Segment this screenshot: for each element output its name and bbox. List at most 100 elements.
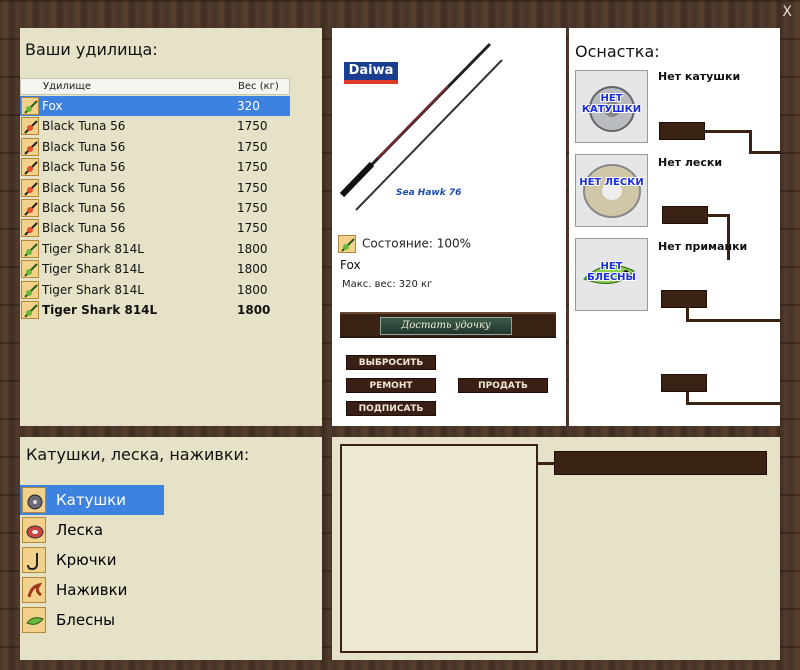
items-panel: Катушки, леска, наживки: Катушки Леска К… <box>20 437 322 660</box>
extra-slot-box[interactable] <box>661 374 707 392</box>
lure-icon <box>22 607 46 633</box>
connector <box>686 319 780 322</box>
bait-icon <box>22 577 46 603</box>
tackle-panel: Оснастка: НЕТ КАТУШКИ Нет катушки НЕТ ЛЕ… <box>569 28 780 426</box>
rod-icon <box>21 198 39 217</box>
rod-icon <box>21 117 39 136</box>
connector <box>749 151 780 154</box>
category-line[interactable]: Леска <box>20 515 164 545</box>
rod-weight: 1750 <box>237 200 268 215</box>
table-row[interactable]: Tiger Shark 814L 1800 <box>20 259 290 279</box>
item-list-box[interactable] <box>340 444 538 653</box>
rod-icon <box>21 280 39 299</box>
lure-slot-text: Нет приманки <box>658 240 748 253</box>
category-label: Наживки <box>56 581 128 599</box>
table-row[interactable]: Tiger Shark 814L 1800 <box>20 300 290 320</box>
rod-detail-name: Fox <box>340 258 361 272</box>
sell-button[interactable]: ПРОДАТЬ <box>458 378 548 393</box>
rod-name: Tiger Shark 814L <box>42 241 144 256</box>
table-row[interactable]: Black Tuna 56 1750 <box>20 137 290 157</box>
reel-icon <box>22 487 46 513</box>
category-label: Леска <box>56 521 104 539</box>
rod-detail-panel: Daiwa Sea Hawk 76 Состояние: 100% Fox Ма… <box>332 28 566 426</box>
rods-table-header: Удилище Вес (кг) <box>20 78 290 95</box>
category-lures[interactable]: Блесны <box>20 605 164 635</box>
category-label: Блесны <box>56 611 116 629</box>
table-row[interactable]: Black Tuna 56 1750 <box>20 116 290 136</box>
reel-slot-text: Нет катушки <box>658 70 741 83</box>
rod-weight: 1750 <box>237 119 268 134</box>
rod-icon <box>21 178 39 197</box>
rod-name: Black Tuna 56 <box>42 221 126 236</box>
item-title-bar <box>554 451 767 475</box>
connector <box>749 130 752 154</box>
rod-state: Состояние: 100% <box>338 235 471 253</box>
rod-name: Black Tuna 56 <box>42 160 126 175</box>
rod-name: Tiger Shark 814L <box>42 282 144 297</box>
reel-slot-image[interactable]: НЕТ КАТУШКИ <box>575 70 648 143</box>
discard-button[interactable]: ВЫБРОСИТЬ <box>346 355 436 370</box>
category-baits[interactable]: Наживки <box>20 575 164 605</box>
rod-icon <box>21 239 39 258</box>
category-hooks[interactable]: Крючки <box>20 545 164 575</box>
lure-slot-image[interactable]: НЕТ БЛЕСНЫ <box>575 238 648 311</box>
item-detail-panel <box>332 437 780 660</box>
rod-name: Tiger Shark 814L <box>42 262 144 277</box>
hook-icon <box>22 547 46 573</box>
rods-panel: Ваши удилища: Удилище Вес (кг) Fox 320 B… <box>20 28 322 426</box>
line-slot-box[interactable] <box>662 206 708 224</box>
column-header-weight[interactable]: Вес (кг) <box>238 81 279 92</box>
rods-title: Ваши удилища: <box>25 40 158 59</box>
table-row[interactable]: Black Tuna 56 1750 <box>20 157 290 177</box>
rod-name: Black Tuna 56 <box>42 200 126 215</box>
rod-name: Black Tuna 56 <box>42 139 126 154</box>
rod-weight: 1750 <box>237 180 268 195</box>
line-spool-icon <box>583 164 641 218</box>
rod-max-weight: Макс. вес: 320 кг <box>342 279 433 290</box>
line-slot-label: НЕТ ЛЕСКИ <box>579 177 644 188</box>
table-row[interactable]: Black Tuna 56 1750 <box>20 198 290 218</box>
tackle-title: Оснастка: <box>575 42 660 61</box>
get-rod-button[interactable]: Достать удочку <box>380 317 512 335</box>
category-reels[interactable]: Катушки <box>20 485 164 515</box>
reel-slot-box[interactable] <box>659 122 705 140</box>
rod-weight: 320 <box>237 99 260 113</box>
table-row[interactable]: Black Tuna 56 1750 <box>20 178 290 198</box>
rod-weight: 1750 <box>237 221 268 236</box>
lure-slot-label: НЕТ БЛЕСНЫ <box>587 261 636 283</box>
get-rod-bar: Достать удочку <box>340 312 556 338</box>
rod-weight: 1750 <box>237 139 268 154</box>
rod-icon <box>21 158 39 177</box>
line-slot-text: Нет лески <box>658 156 723 169</box>
rod-weight: 1800 <box>237 262 268 277</box>
line-slot-image[interactable]: НЕТ ЛЕСКИ <box>575 154 648 227</box>
table-row[interactable]: Tiger Shark 814L 1800 <box>20 280 290 300</box>
rod-icon <box>21 137 39 156</box>
category-label: Крючки <box>56 551 117 569</box>
connector <box>705 130 749 133</box>
table-row[interactable]: Black Tuna 56 1750 <box>20 218 290 238</box>
rods-table: Fox 320 Black Tuna 56 1750 Black Tuna 56… <box>20 96 290 320</box>
reel-slot-label: НЕТ КАТУШКИ <box>581 93 642 115</box>
close-button[interactable]: X <box>782 4 792 20</box>
rod-weight: 1750 <box>237 160 268 175</box>
table-row[interactable]: Tiger Shark 814L 1800 <box>20 239 290 259</box>
table-row[interactable]: Fox 320 <box>20 96 290 117</box>
rod-icon <box>21 300 39 319</box>
sign-button[interactable]: ПОДПИСАТЬ <box>346 401 436 416</box>
rod-name: Black Tuna 56 <box>42 119 126 134</box>
rod-icon <box>338 235 356 253</box>
rod-icon <box>21 97 39 115</box>
rod-icon <box>21 219 39 238</box>
line-spool-icon <box>22 517 46 543</box>
column-header-rod[interactable]: Удилище <box>43 81 91 92</box>
connector <box>686 402 780 405</box>
rod-weight: 1800 <box>237 241 268 256</box>
lure-slot-box[interactable] <box>661 290 707 308</box>
rod-name: Black Tuna 56 <box>42 180 126 195</box>
rod-state-text: Состояние: 100% <box>362 236 472 251</box>
repair-button[interactable]: РЕМОНТ <box>346 378 436 393</box>
rod-model-label: Sea Hawk 76 <box>396 188 462 198</box>
connector <box>727 214 730 260</box>
rod-icon <box>21 260 39 279</box>
